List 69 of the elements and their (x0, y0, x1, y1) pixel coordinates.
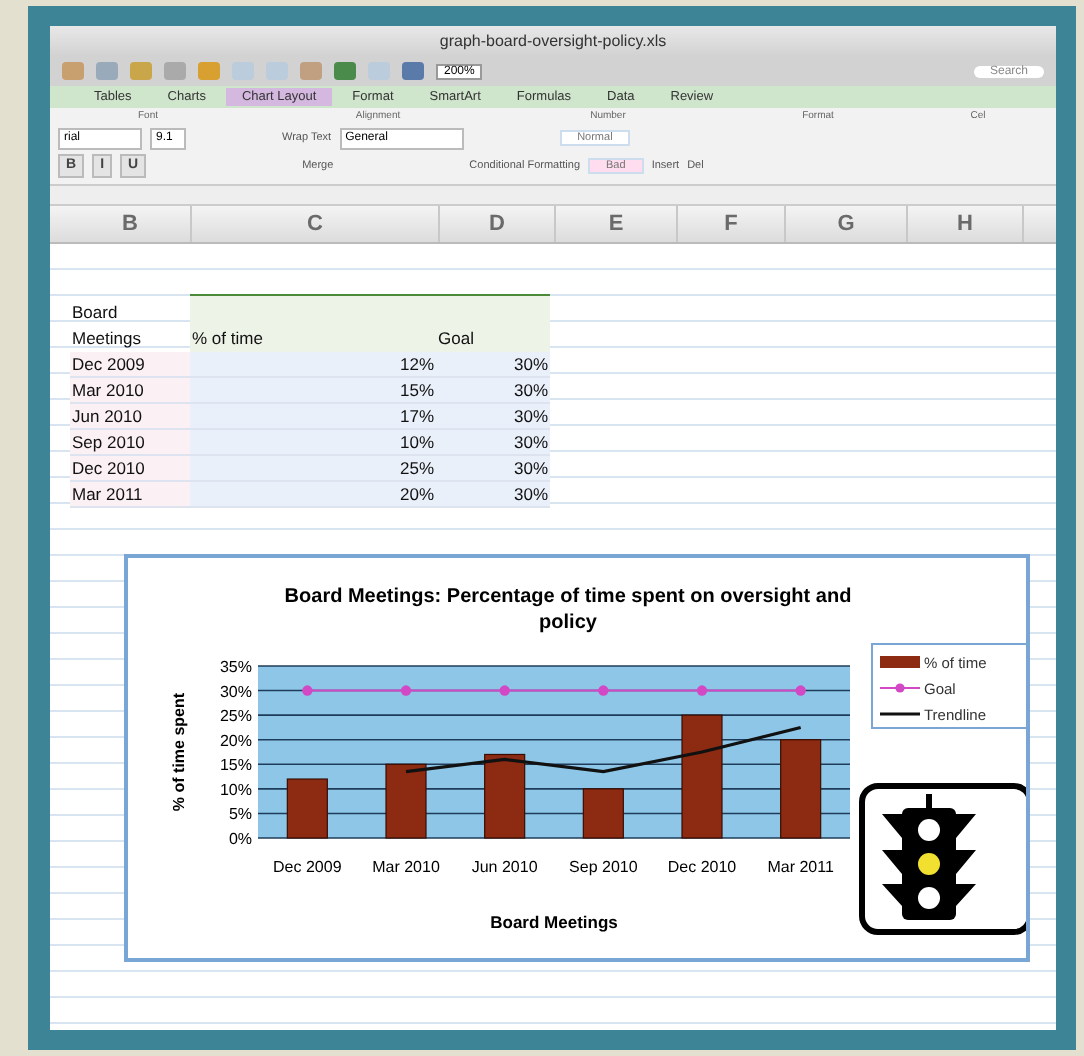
bar (484, 753, 526, 839)
bar (385, 763, 427, 839)
goal-marker (302, 685, 313, 696)
table-cell: Sep 2010 (70, 430, 190, 456)
table-cell: 25% (190, 456, 436, 482)
toolbar-icon[interactable] (62, 62, 84, 80)
header-cell: Goal (436, 294, 550, 352)
x-tick-label: Mar 2010 (372, 858, 440, 876)
column-header[interactable]: E (556, 206, 678, 242)
table-cell: 30% (436, 352, 550, 378)
table-cell: 12% (190, 352, 436, 378)
table-cell: Mar 2011 (70, 482, 190, 508)
table-cell: Dec 2009 (70, 352, 190, 378)
table-cell: 17% (190, 404, 436, 430)
x-tick-label: Mar 2011 (767, 858, 834, 876)
toolbar-icon[interactable] (334, 62, 356, 80)
table-cell: 30% (436, 482, 550, 508)
toolbar-icon[interactable] (96, 62, 118, 80)
bar (286, 778, 328, 839)
goal-marker (795, 685, 806, 696)
table-cell: Dec 2010 (70, 456, 190, 482)
column-header[interactable]: H (908, 206, 1024, 242)
table-cell: Mar 2010 (70, 378, 190, 404)
goal-marker (696, 685, 708, 696)
x-tick-label: Sep 2010 (569, 858, 638, 876)
y-tick-label: 10% (219, 780, 252, 799)
column-header[interactable]: C (192, 206, 440, 242)
y-tick-label: 35% (219, 658, 252, 676)
x-axis-label: Board Meetings (490, 912, 618, 932)
bar (780, 739, 822, 839)
column-header[interactable]: F (678, 206, 786, 242)
goal-marker (598, 685, 609, 696)
chart-title: Board Meetings: Percentage of time spent on oversight and policy (284, 586, 852, 634)
toolbar-icon[interactable] (164, 62, 186, 80)
table-cell: Jun 2010 (70, 404, 190, 430)
column-header[interactable]: D (440, 206, 556, 242)
table-cell: 30% (436, 404, 550, 430)
header-cell: % of time (190, 294, 436, 352)
y-tick-label: 20% (219, 731, 252, 750)
toolbar-icon[interactable] (130, 62, 152, 80)
toolbar-icon[interactable] (402, 62, 424, 80)
table-cell: 20% (190, 482, 436, 508)
table-cell: 15% (190, 378, 436, 404)
formula-bar[interactable] (50, 186, 1056, 206)
column-header[interactable]: B (70, 206, 192, 242)
legend-swatch (879, 683, 921, 693)
table-cell: 30% (436, 430, 550, 456)
y-tick-label: 15% (219, 756, 252, 775)
x-tick-label: Dec 2010 (667, 858, 737, 876)
x-tick-label: Jun 2010 (471, 858, 538, 876)
y-tick-label: 25% (219, 707, 252, 726)
header-cell-text: Board Meetings (70, 300, 143, 352)
bar (582, 788, 624, 839)
window-title: graph-board-oversight-policy.xls (439, 32, 667, 50)
y-tick-label: 0% (228, 830, 252, 848)
bar (681, 714, 723, 839)
y-tick-label: 5% (228, 805, 252, 824)
goal-marker (400, 685, 412, 696)
y-axis-label: % of time spent (170, 692, 188, 812)
column-header[interactable]: G (786, 206, 908, 242)
toolbar-icon[interactable] (300, 62, 322, 80)
y-tick-label: 30% (219, 682, 252, 701)
toolbar-icon[interactable] (198, 62, 220, 80)
table-cell: 30% (436, 456, 550, 482)
legend-swatch (880, 656, 920, 668)
x-tick-label: Dec 2009 (273, 858, 342, 876)
table-cell: 10% (190, 430, 436, 456)
table-cell: 30% (436, 378, 550, 404)
goal-marker (499, 685, 510, 696)
